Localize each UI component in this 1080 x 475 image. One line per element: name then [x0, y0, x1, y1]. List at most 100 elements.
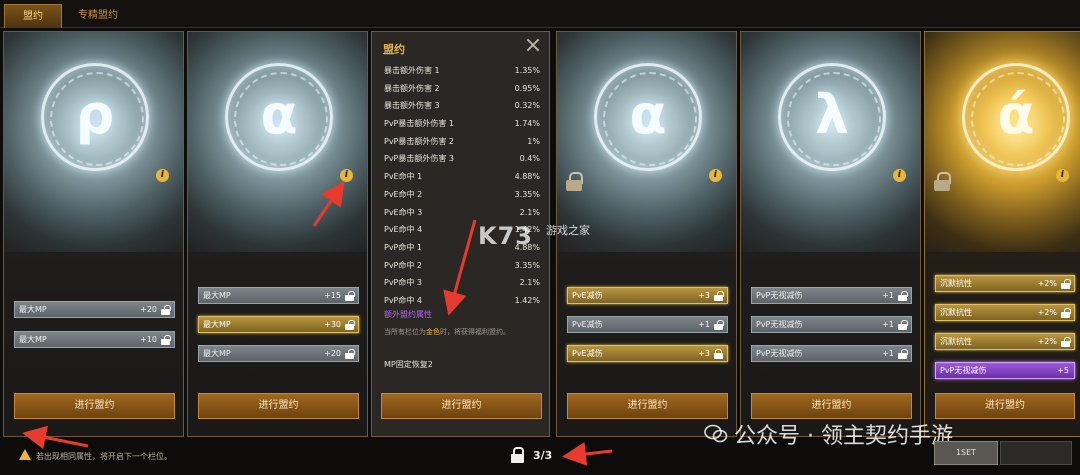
covenant-slot[interactable]: 沉默抗性 +2% [935, 275, 1075, 292]
stat-row: PvP命中 3 2.1% [384, 274, 540, 292]
rune-glyph: α [629, 83, 667, 146]
slot-attribute-value: +20 [324, 349, 341, 358]
unlock-icon[interactable] [345, 291, 355, 301]
stat-label: PvP暴击额外伤害 2 [384, 136, 455, 146]
lock-icon[interactable] [714, 349, 723, 359]
stat-value: 3.35% [514, 189, 540, 199]
covenant-slot[interactable]: PvE减伤 +3 [567, 287, 728, 304]
info-icon[interactable]: i [1056, 169, 1069, 182]
tab-covenant[interactable]: 盟约 [4, 4, 62, 28]
unlock-icon[interactable] [345, 320, 355, 330]
unlock-icon[interactable] [714, 320, 724, 330]
stat-label: 暴击额外伤害 2 [384, 83, 440, 93]
stat-label: PvP命中 4 [384, 295, 423, 305]
slot-attribute-value: +20 [140, 305, 157, 314]
warning-text: 若出现相同属性，将开启下一个栏位。 [36, 452, 172, 461]
unlock-icon[interactable] [161, 305, 171, 315]
pledge-button[interactable]: 进行盟约 [381, 393, 542, 419]
tab-bar: 盟约 专精盟约 [0, 0, 1080, 28]
padlock-icon[interactable] [566, 172, 583, 191]
covenant-slot[interactable]: PvP无视减伤 +1 [751, 316, 912, 333]
stat-row: 暴击额外伤害 1 1.35% [384, 62, 540, 80]
slot-attribute-value: +2% [1037, 279, 1057, 288]
covenant-slot[interactable]: 最大MP +20 [198, 345, 359, 362]
slot-attribute-value: +15 [324, 291, 341, 300]
stat-value: 2.1% [519, 207, 540, 217]
covenant-slot[interactable]: 最大MP +30 [198, 316, 359, 333]
slot-attribute-label: 沉默抗性 [940, 279, 972, 288]
rune-glyph: ρ [75, 83, 115, 146]
stat-row: PvE命中 1 4.88% [384, 168, 540, 186]
pledge-button[interactable]: 进行盟约 [14, 393, 175, 419]
tab-specialized-covenant[interactable]: 专精盟约 [62, 4, 134, 28]
stat-value: 2.1% [519, 278, 540, 288]
unlock-icon[interactable] [1061, 308, 1071, 318]
covenant-slot[interactable]: 最大MP +15 [198, 287, 359, 304]
pledge-button[interactable]: 进行盟约 [751, 393, 912, 419]
info-icon[interactable]: i [709, 169, 722, 182]
covenant-slot[interactable]: PvP无视减伤 +1 [751, 345, 912, 362]
slot-attribute-value: +10 [140, 335, 157, 344]
stat-label: PvP命中 3 [384, 278, 423, 288]
unlock-icon[interactable] [898, 320, 908, 330]
set2-button[interactable] [1000, 441, 1072, 465]
stat-label: PvE命中 4 [384, 225, 423, 235]
covenant-card[interactable]: λ i PvP无视减伤 +1 PvP无视减伤 +1 PvP无视减伤 +1 进行盟约 [740, 31, 921, 437]
unlock-icon[interactable] [1061, 337, 1071, 347]
covenant-card[interactable]: α i 最大MP +15 最大MP +30 最大MP +20 进行盟约 [187, 31, 368, 437]
extra-desc-gold-word: 金色 [426, 328, 440, 336]
set1-button[interactable]: 1SET [934, 441, 998, 465]
stat-value: 0.32% [514, 101, 540, 111]
slot-attribute-label: 最大MP [203, 320, 231, 329]
slot-attribute-value: +3 [698, 291, 710, 300]
unlock-icon[interactable] [898, 291, 908, 301]
covenant-slot[interactable]: PvP无视减伤 +1 [751, 287, 912, 304]
lock-icon [511, 447, 524, 463]
stat-label: PvP命中 1 [384, 242, 423, 252]
slot-attribute-label: 最大MP [203, 291, 231, 300]
pledge-button[interactable]: 进行盟约 [198, 393, 359, 419]
covenant-card[interactable]: ά i 沉默抗性 +2% 沉默抗性 +2% 沉默抗性 +2% PvP无视减伤 +5 进行盟约 [924, 31, 1080, 437]
mp-recover-bonus: MP固定恢复2 [384, 360, 433, 369]
slot-attribute-value: +1 [882, 291, 894, 300]
slot-attribute-label: PvE减伤 [572, 291, 603, 300]
padlock-icon[interactable] [934, 172, 951, 191]
info-icon[interactable]: i [156, 169, 169, 182]
k73-watermark: K73 [478, 222, 533, 250]
unlock-icon[interactable] [161, 335, 171, 345]
covenant-slot[interactable]: PvP无视减伤 +5 [935, 362, 1075, 379]
close-icon[interactable] [526, 38, 540, 52]
pledge-button[interactable]: 进行盟约 [935, 393, 1075, 419]
slot-attribute-label: 沉默抗性 [940, 337, 972, 346]
covenant-slot[interactable]: PvE减伤 +3 [567, 345, 728, 362]
stat-value: 1.35% [514, 66, 540, 75]
stat-row: PvE命中 3 2.1% [384, 204, 540, 222]
rune-glyph: ά [997, 83, 1035, 146]
slot-attribute-value: +30 [324, 320, 341, 329]
stat-value: 1% [527, 136, 540, 146]
slot-attribute-value: +2% [1037, 308, 1057, 317]
covenant-slot[interactable]: 沉默抗性 +2% [935, 304, 1075, 321]
info-icon[interactable]: i [893, 169, 906, 182]
stat-label: 暴击额外伤害 3 [384, 101, 440, 111]
stat-row: PvP暴击额外伤害 2 1% [384, 133, 540, 151]
stat-label: PvP暴击额外伤害 3 [384, 154, 455, 164]
pledge-button[interactable]: 进行盟约 [567, 393, 728, 419]
info-icon[interactable]: i [340, 169, 353, 182]
page-counter: 3/3 [533, 449, 553, 462]
unlock-icon[interactable] [898, 349, 908, 359]
popup-title: 盟约 [383, 43, 405, 56]
slot-attribute-label: 最大MP [203, 349, 231, 358]
unlock-icon[interactable] [345, 349, 355, 359]
extra-desc-post: 时，将获得福利盟约。 [440, 328, 510, 336]
covenant-slot[interactable]: PvE减伤 +1 [567, 316, 728, 333]
stat-value: 3.35% [514, 260, 540, 270]
unlock-icon[interactable] [1061, 279, 1071, 289]
covenant-slot[interactable]: 最大MP +20 [14, 301, 175, 318]
wechat-icon [704, 424, 728, 443]
warning-icon [19, 449, 31, 460]
covenant-slot[interactable]: 沉默抗性 +2% [935, 333, 1075, 350]
unlock-icon[interactable] [714, 291, 724, 301]
covenant-card[interactable]: ρ i 最大MP +20 最大MP +10 进行盟约 [3, 31, 184, 437]
covenant-slot[interactable]: 最大MP +10 [14, 331, 175, 348]
